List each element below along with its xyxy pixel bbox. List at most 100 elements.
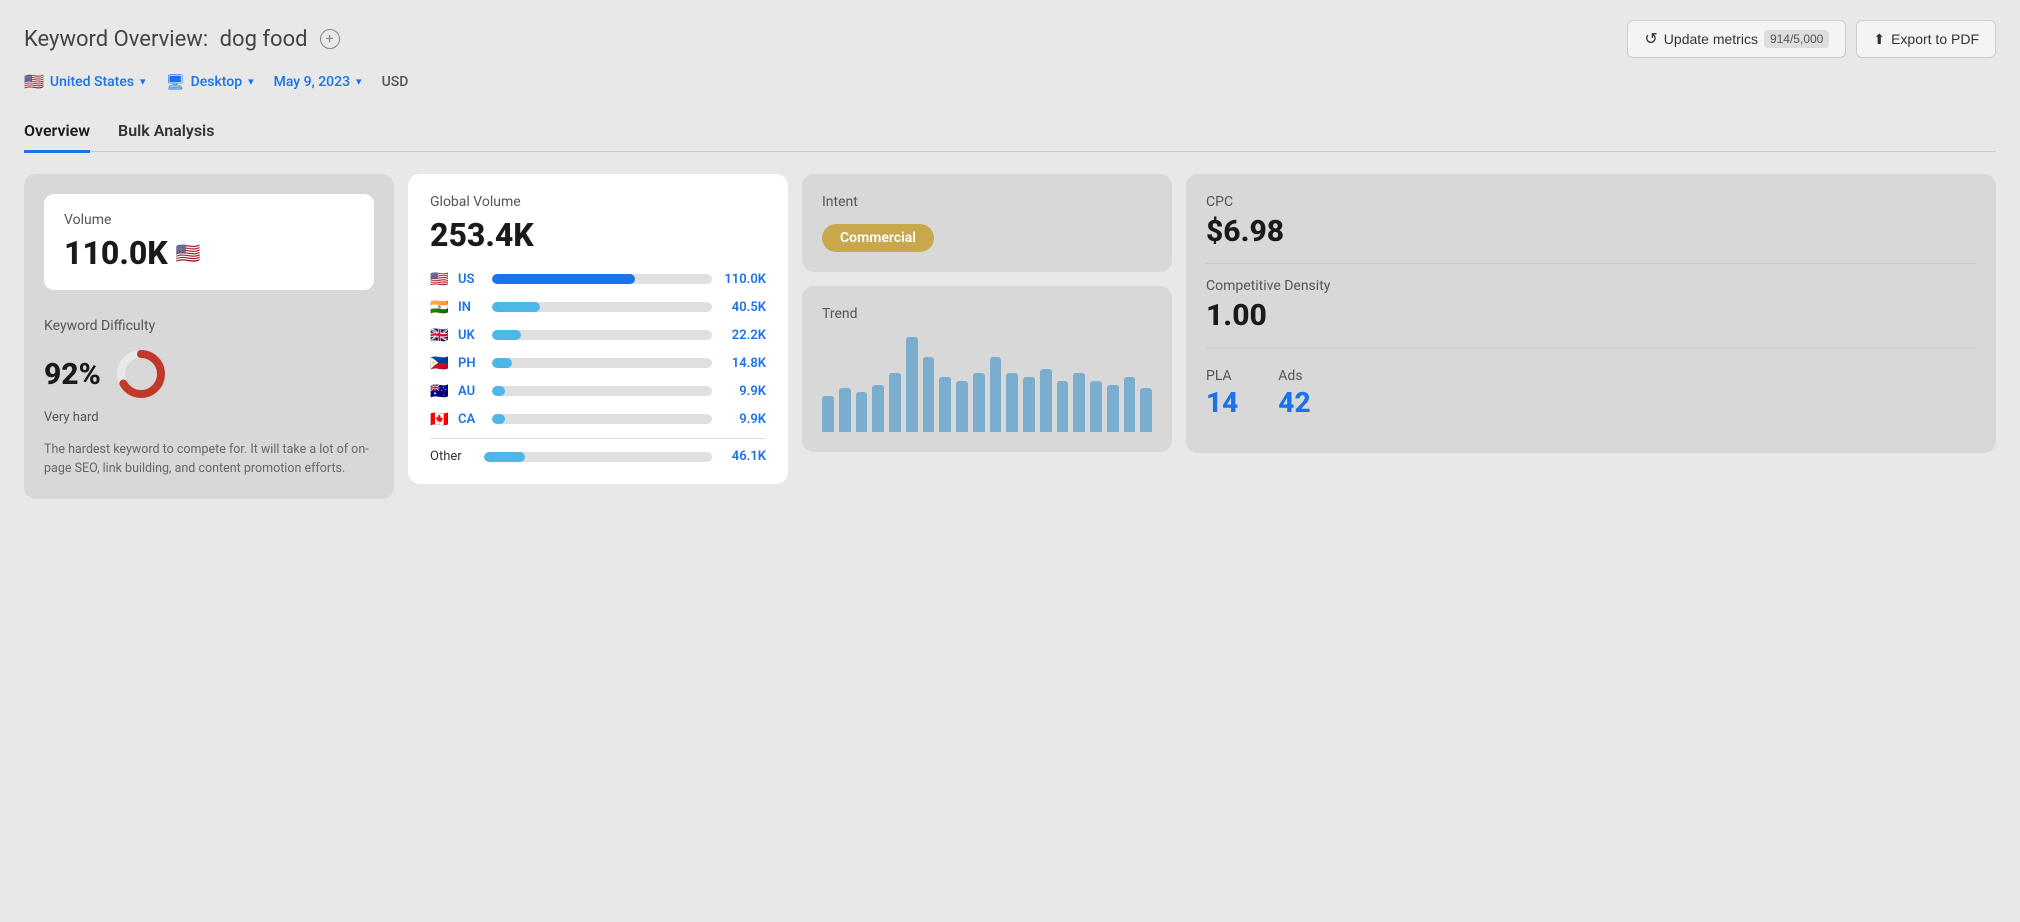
update-metrics-label: Update metrics	[1664, 31, 1758, 47]
country-bar-fill	[492, 274, 635, 284]
country-row: 🇬🇧 UK 22.2K	[430, 326, 766, 344]
trend-bar-item	[906, 337, 918, 432]
country-bar-track	[492, 414, 712, 424]
country-row: 🇮🇳 IN 40.5K	[430, 298, 766, 316]
difficulty-label: Keyword Difficulty	[44, 318, 374, 334]
country-value: 110.0K	[720, 272, 766, 287]
volume-value: 110.0K	[64, 234, 168, 272]
country-code[interactable]: US	[458, 272, 484, 287]
trend-bar-item	[923, 357, 935, 432]
desktop-icon: 🖥	[166, 73, 185, 91]
export-pdf-button[interactable]: ⬆ Export to PDF	[1856, 20, 1996, 58]
trend-bar-item	[872, 385, 884, 433]
country-code[interactable]: AU	[458, 384, 484, 399]
keyword-text: dog food	[220, 27, 308, 52]
country-value: 14.8K	[720, 356, 766, 371]
country-rows: 🇺🇸 US 110.0K 🇮🇳 IN 40.5K 🇬🇧 UK 22.2K 🇵🇭 …	[430, 270, 766, 428]
trend-bar-item	[1140, 388, 1152, 432]
trend-bar-item	[856, 392, 868, 432]
trend-label: Trend	[822, 306, 1152, 322]
country-label: United States	[50, 74, 134, 90]
tab-overview[interactable]: Overview	[24, 111, 90, 153]
trend-bars	[822, 332, 1152, 432]
country-row: 🇵🇭 PH 14.8K	[430, 354, 766, 372]
competitive-density-label: Competitive Density	[1206, 278, 1976, 294]
trend-bar-item	[1023, 377, 1035, 432]
device-chevron-icon: ▾	[248, 75, 254, 88]
pla-label: PLA	[1206, 368, 1238, 384]
competitive-density-section: Competitive Density 1.00	[1206, 264, 1976, 348]
difficulty-description: The hardest keyword to compete for. It w…	[44, 441, 374, 479]
trend-bar-item	[1040, 369, 1052, 432]
volume-value-row: 110.0K 🇺🇸	[64, 234, 354, 272]
global-volume-value: 253.4K	[430, 216, 766, 254]
country-bar-fill	[492, 330, 521, 340]
country-bar-fill	[492, 386, 505, 396]
country-filter[interactable]: 🇺🇸 United States ▾	[24, 72, 146, 91]
volume-label: Volume	[64, 212, 354, 228]
trend-bar-item	[822, 396, 834, 432]
date-chevron-icon: ▾	[356, 75, 362, 88]
page-title: Keyword Overview: dog food	[24, 27, 308, 52]
metrics-card: CPC $6.98 Competitive Density 1.00 PLA 1…	[1186, 174, 1996, 453]
country-flag-emoji: 🇬🇧	[430, 326, 450, 344]
header-actions: ↺ Update metrics 914/5,000 ⬆ Export to P…	[1627, 20, 1996, 58]
country-bar-track	[492, 274, 712, 284]
ads-value: 42	[1278, 386, 1310, 419]
filters-bar: 🇺🇸 United States ▾ 🖥 Desktop ▾ May 9, 20…	[24, 72, 1996, 91]
difficulty-row: 92%	[44, 348, 374, 400]
volume-difficulty-card: Volume 110.0K 🇺🇸 Keyword Difficulty 92% …	[24, 174, 394, 499]
trend-bar-item	[1090, 381, 1102, 432]
other-row: Other 46.1K	[430, 449, 766, 464]
date-filter[interactable]: May 9, 2023 ▾	[274, 74, 362, 90]
date-label: May 9, 2023	[274, 74, 350, 90]
country-value: 9.9K	[720, 412, 766, 427]
country-flag-emoji: 🇮🇳	[430, 298, 450, 316]
tabs-bar: Overview Bulk Analysis	[24, 109, 1996, 152]
add-keyword-icon[interactable]: +	[320, 29, 340, 49]
country-code[interactable]: IN	[458, 300, 484, 315]
country-bar-fill	[492, 414, 505, 424]
trend-bar-item	[839, 388, 851, 432]
other-value: 46.1K	[720, 449, 766, 464]
competitive-density-value: 1.00	[1206, 298, 1976, 333]
ads-label: Ads	[1278, 368, 1310, 384]
country-value: 9.9K	[720, 384, 766, 399]
volume-flag: 🇺🇸	[176, 241, 201, 265]
country-code[interactable]: CA	[458, 412, 484, 427]
country-bar-fill	[492, 358, 512, 368]
country-code[interactable]: UK	[458, 328, 484, 343]
refresh-icon: ↺	[1644, 29, 1657, 49]
pla-ads-section: PLA 14 Ads 42	[1206, 348, 1976, 433]
trend-bar-item	[1124, 377, 1136, 432]
difficulty-sublabel: Very hard	[44, 410, 374, 425]
update-metrics-button[interactable]: ↺ Update metrics 914/5,000	[1627, 20, 1846, 58]
trend-bar-item	[1006, 373, 1018, 432]
divider	[430, 438, 766, 439]
country-flag-emoji: 🇺🇸	[430, 270, 450, 288]
other-bar-track	[484, 452, 712, 462]
country-flag-emoji: 🇨🇦	[430, 410, 450, 428]
device-label: Desktop	[191, 74, 242, 90]
pla-value: 14	[1206, 386, 1238, 419]
export-pdf-label: Export to PDF	[1891, 31, 1979, 47]
country-value: 22.2K	[720, 328, 766, 343]
trend-bar-item	[889, 373, 901, 432]
other-bar-fill	[484, 452, 525, 462]
pla-item: PLA 14	[1206, 368, 1238, 419]
tab-bulk-analysis[interactable]: Bulk Analysis	[118, 111, 214, 153]
country-flag-emoji: 🇵🇭	[430, 354, 450, 372]
device-filter[interactable]: 🖥 Desktop ▾	[166, 73, 254, 91]
other-label: Other	[430, 449, 476, 464]
trend-bar-item	[990, 357, 1002, 432]
country-code[interactable]: PH	[458, 356, 484, 371]
trend-bar-item	[956, 381, 968, 432]
intent-label: Intent	[822, 194, 1152, 210]
global-volume-label: Global Volume	[430, 194, 766, 210]
page-header: Keyword Overview: dog food + ↺ Update me…	[24, 20, 1996, 58]
intent-badge: Commercial	[822, 224, 934, 252]
cpc-section: CPC $6.98	[1206, 194, 1976, 264]
trend-bar-item	[1107, 385, 1119, 433]
country-flag-emoji: 🇦🇺	[430, 382, 450, 400]
country-bar-track	[492, 330, 712, 340]
